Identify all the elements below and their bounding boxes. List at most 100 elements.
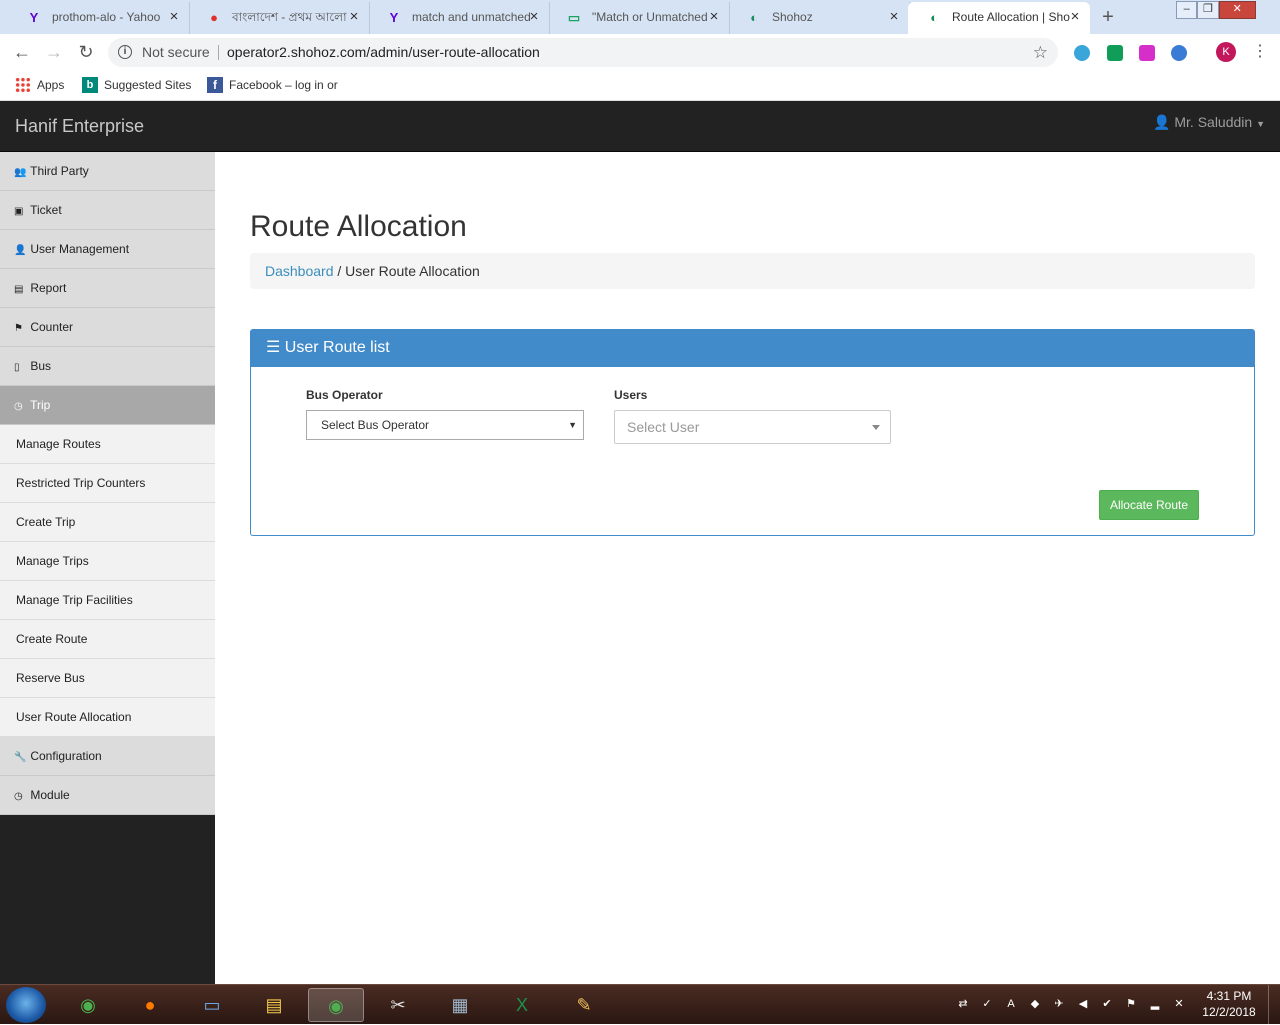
extension-icon[interactable] <box>1074 45 1090 61</box>
tray-icon[interactable]: ✔ <box>1100 997 1114 1011</box>
sidebar-subitem-create-trip[interactable]: Create Trip <box>0 503 215 542</box>
bing-icon: b <box>82 77 98 93</box>
chrome-icon[interactable]: ◉ <box>308 988 364 1022</box>
sidebar-item-third-party[interactable]: 👥 Third Party <box>0 152 215 191</box>
sidebar-item-counter[interactable]: ⚑ Counter <box>0 308 215 347</box>
tray-icon[interactable]: ✈ <box>1052 997 1066 1011</box>
browser-toolbar: ← → ↻ i Not secure operator2.shohoz.com/… <box>0 34 1280 70</box>
bus-operator-select[interactable]: Select Bus Operator ▼ <box>306 410 584 440</box>
sidebar-subitem-user-route-allocation[interactable]: User Route Allocation <box>0 698 215 737</box>
tab-close-icon[interactable]: × <box>1068 2 1082 32</box>
back-icon[interactable]: ← <box>10 40 34 64</box>
signal-icon[interactable]: ▂ <box>1148 997 1162 1011</box>
browser-tab[interactable]: Yprothom-alo - Yahoo × <box>8 2 190 34</box>
tab-close-icon[interactable]: × <box>707 2 721 32</box>
extension-icon[interactable] <box>1139 45 1155 61</box>
users-select[interactable]: Select User <box>614 410 891 444</box>
tab-close-icon[interactable]: × <box>167 2 181 32</box>
wrench-icon: 🔧 <box>14 752 27 763</box>
sidebar-subitem-manage-trips[interactable]: Manage Trips <box>0 542 215 581</box>
sidebar-item-label: User Management <box>30 242 130 256</box>
sidebar-item-label: Trip <box>30 398 51 412</box>
browser-tab[interactable]: Ymatch and unmatched × <box>368 2 550 34</box>
excel-icon[interactable]: X <box>494 988 550 1022</box>
sidebar-item-report[interactable]: ▤ Report <box>0 269 215 308</box>
file-explorer-icon[interactable]: ▤ <box>246 988 302 1022</box>
reload-icon[interactable]: ↻ <box>74 40 98 64</box>
report-icon: ▤ <box>14 284 24 295</box>
snipping-tool-icon[interactable]: ✂ <box>370 988 426 1022</box>
new-tab-button[interactable]: + <box>1096 6 1120 28</box>
tab-close-icon[interactable]: × <box>887 2 901 32</box>
user-menu[interactable]: 👤 Mr. Saluddin ▼ <box>1153 114 1265 131</box>
bus-operator-value: Select Bus Operator <box>321 418 430 432</box>
network-icon[interactable]: ▦ <box>432 988 488 1022</box>
browser-tab[interactable]: ▭ "Match or Unmatched × <box>548 2 730 34</box>
action-center-flag-icon[interactable]: ⚑ <box>1124 997 1138 1011</box>
sidebar-item-module[interactable]: ◷ Module <box>0 776 215 815</box>
tab-title: prothom-alo - Yahoo <box>52 10 161 24</box>
info-icon[interactable]: i <box>118 45 132 59</box>
taskbar-clock[interactable]: 4:31 PM 12/2/2018 <box>1196 988 1262 1020</box>
tray-icon[interactable]: ✓ <box>980 997 994 1011</box>
show-desktop-button[interactable] <box>1268 985 1280 1025</box>
window-close-button[interactable]: ✕ <box>1218 1 1256 19</box>
bookmark-star-icon[interactable]: ☆ <box>1033 38 1048 67</box>
bookmark-label: Suggested Sites <box>104 78 192 92</box>
address-bar[interactable]: i Not secure operator2.shohoz.com/admin/… <box>108 38 1058 67</box>
browser-tab[interactable]: ◐ Shohoz × <box>728 2 910 34</box>
volume-icon[interactable]: ◀ <box>1076 997 1090 1011</box>
extension-icon[interactable] <box>1171 45 1187 61</box>
tray-icon[interactable]: ⇄ <box>956 997 970 1011</box>
brand-title[interactable]: Hanif Enterprise <box>15 116 144 137</box>
sidebar-subitem-reserve-bus[interactable]: Reserve Bus <box>0 659 215 698</box>
maximize-button[interactable]: ❐ <box>1197 1 1219 19</box>
sidebar-item-user-management[interactable]: 👤 User Management <box>0 230 215 269</box>
user-route-panel: ☰ User Route list Bus Operator Select Bu… <box>250 329 1255 536</box>
sidebar-item-label: Report <box>30 281 67 295</box>
sidebar-item-ticket[interactable]: ▣ Ticket <box>0 191 215 230</box>
app-navbar: Hanif Enterprise 👤 Mr. Saluddin ▼ <box>0 101 1280 152</box>
sidebar-subitem-manage-trip-facilities[interactable]: Manage Trip Facilities <box>0 581 215 620</box>
extension-icon[interactable] <box>1107 45 1123 61</box>
dropdown-arrow-icon: ▼ <box>568 420 577 430</box>
bookmark-suggested-sites[interactable]: b Suggested Sites <box>82 77 191 93</box>
network-error-icon[interactable]: ✕ <box>1172 997 1186 1011</box>
clock-icon: ◷ <box>14 401 23 412</box>
sidebar-subitem-restricted-trip-counters[interactable]: Restricted Trip Counters <box>0 464 215 503</box>
bookmark-facebook[interactable]: f Facebook – log in or <box>207 77 338 93</box>
forward-icon[interactable]: → <box>42 40 66 64</box>
clock-date: 12/2/2018 <box>1202 1005 1256 1019</box>
remote-desktop-icon[interactable]: ▭ <box>184 988 240 1022</box>
breadcrumb-dashboard-link[interactable]: Dashboard <box>265 263 334 279</box>
sidebar-item-trip[interactable]: ◷ Trip <box>0 386 215 425</box>
user-icon: 👤 <box>14 245 27 256</box>
system-tray: ⇄ ✓ A ◆ ✈ ◀ ✔ ⚑ ▂ ✕ <box>950 997 1190 1013</box>
chrome-icon[interactable]: ◉ <box>60 988 116 1022</box>
paint-icon[interactable]: ✎ <box>556 988 612 1022</box>
sidebar-subitem-create-route[interactable]: Create Route <box>0 620 215 659</box>
sidebar-subitem-manage-routes[interactable]: Manage Routes <box>0 425 215 464</box>
minimize-button[interactable]: – <box>1176 1 1198 19</box>
tab-close-icon[interactable]: × <box>347 2 361 32</box>
browser-tab[interactable]: ● বাংলাদেশ - প্রথম আলো × <box>188 2 370 34</box>
tab-close-icon[interactable]: × <box>527 2 541 32</box>
tray-icon[interactable]: ◆ <box>1028 997 1042 1011</box>
page-title: Route Allocation <box>250 210 467 243</box>
tray-icon[interactable]: A <box>1004 997 1018 1011</box>
allocate-route-button[interactable]: Allocate Route <box>1099 490 1199 520</box>
bookmark-apps[interactable]: Apps <box>15 77 64 93</box>
sidebar-item-bus[interactable]: ▯ Bus <box>0 347 215 386</box>
sidebar-item-configuration[interactable]: 🔧 Configuration <box>0 737 215 776</box>
browser-tab[interactable]: ◐ Route Allocation | Sho × <box>908 2 1090 34</box>
sidebar-item-label: Third Party <box>30 164 89 178</box>
bus-operator-label: Bus Operator <box>306 388 383 402</box>
apps-grid-icon <box>15 77 31 93</box>
profile-avatar[interactable]: K <box>1216 42 1236 62</box>
flag-icon: ⚑ <box>14 323 23 334</box>
chrome-menu-icon[interactable]: ⋮ <box>1252 40 1268 64</box>
shohoz-icon: ◐ <box>930 10 938 25</box>
firefox-icon[interactable]: ● <box>122 988 178 1022</box>
yahoo-icon: Y <box>29 10 39 25</box>
start-button[interactable] <box>6 987 46 1023</box>
